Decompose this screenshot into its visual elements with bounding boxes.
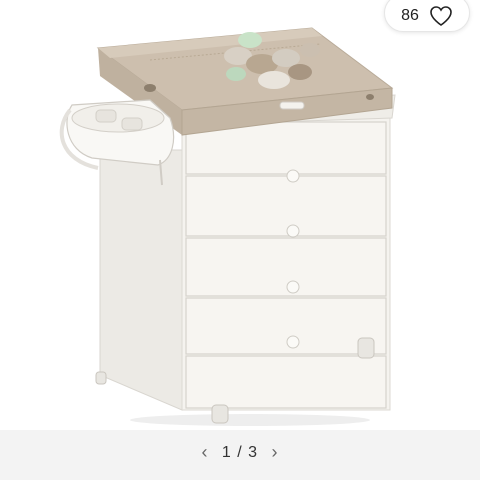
image-pager-bar: ‹ 1 / 3 ›	[0, 430, 480, 480]
image-pager: ‹ 1 / 3 ›	[0, 442, 480, 463]
chevron-right-icon[interactable]: ›	[272, 442, 279, 463]
pager-separator: /	[237, 443, 243, 461]
product-photo-changing-table	[59, 27, 396, 426]
like-button[interactable]: 86	[384, 0, 470, 32]
like-count: 86	[401, 7, 419, 24]
pager-current: 1	[221, 443, 232, 461]
pager-total: 3	[248, 443, 259, 461]
heart-outline-icon	[429, 5, 453, 27]
product-image-viewer[interactable]: 86	[0, 0, 480, 430]
chevron-left-icon[interactable]: ‹	[201, 442, 208, 463]
